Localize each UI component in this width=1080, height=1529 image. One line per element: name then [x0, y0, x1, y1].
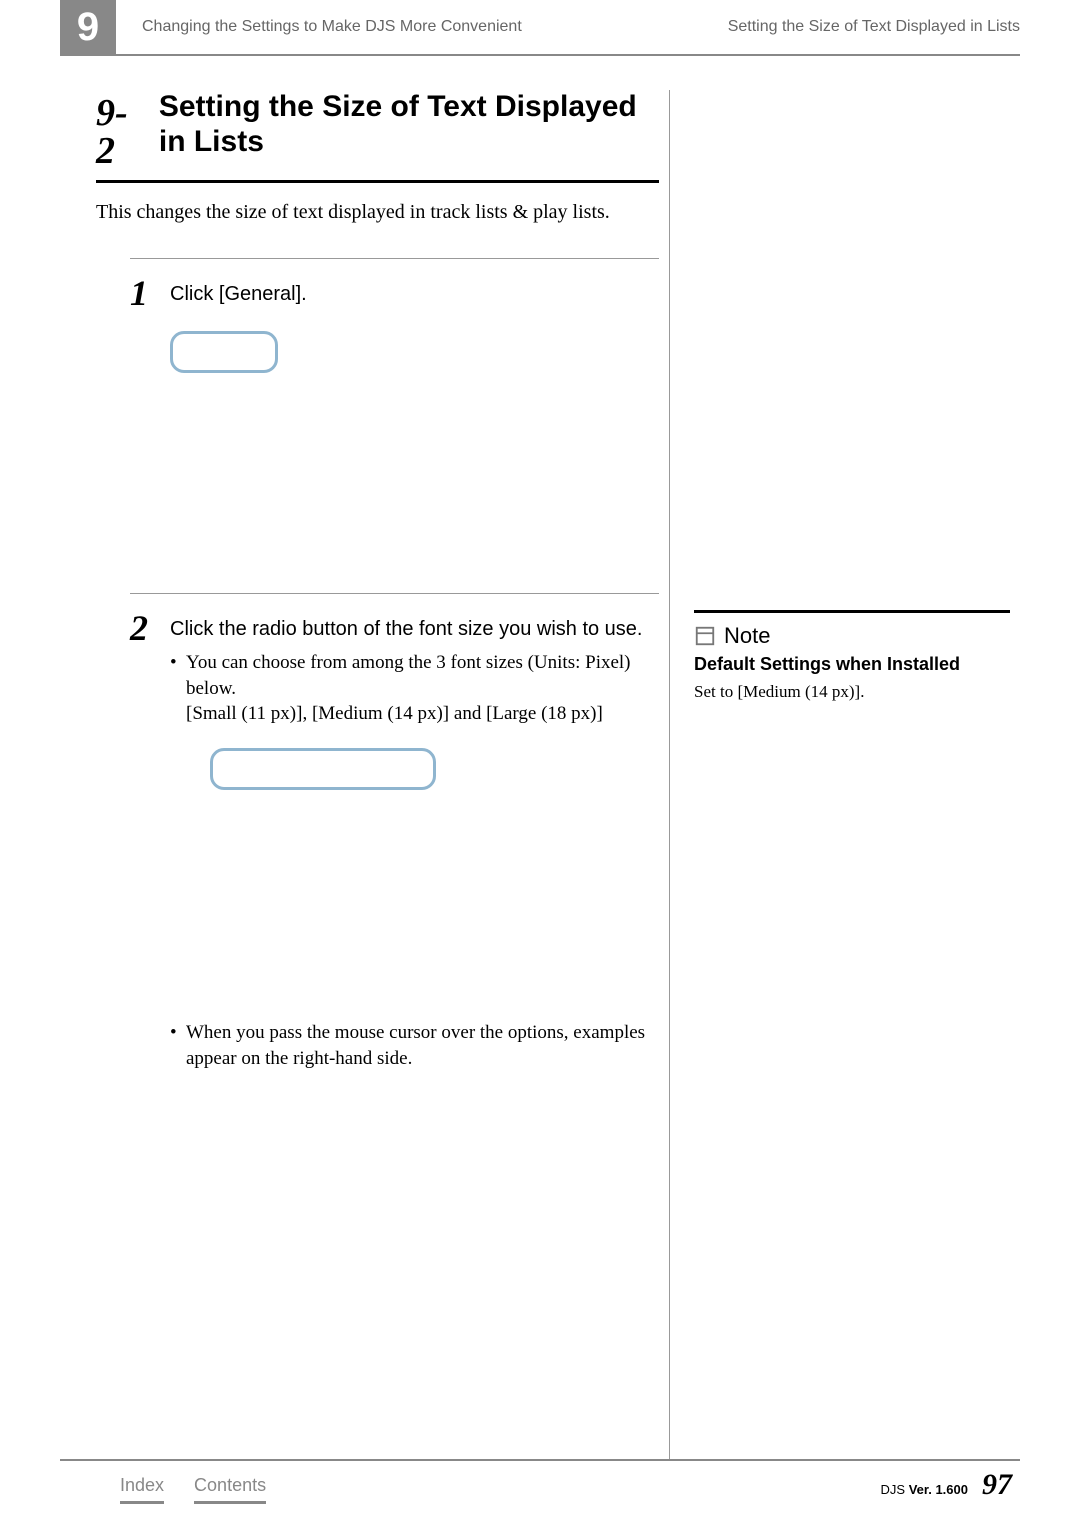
- note-body: Set to [Medium (14 px)].: [694, 682, 1010, 702]
- step-2: 2 Click the radio button of the font siz…: [130, 593, 659, 1071]
- content-area: 9-2 Setting the Size of Text Displayed i…: [60, 56, 1020, 1459]
- font-size-radio-placeholder[interactable]: [210, 748, 436, 790]
- main-column: 9-2 Setting the Size of Text Displayed i…: [60, 90, 670, 1459]
- step-number: 1: [130, 275, 170, 311]
- note-heading-row: Note: [694, 623, 1010, 649]
- footer-product: DJS: [881, 1482, 906, 1497]
- step2-bullet-2: When you pass the mouse cursor over the …: [170, 1020, 659, 1071]
- page-header: 9 Changing the Settings to Make DJS More…: [60, 0, 1020, 56]
- step-title: Click [General].: [170, 275, 307, 308]
- section-heading: 9-2 Setting the Size of Text Displayed i…: [96, 90, 659, 183]
- note-box: Note Default Settings when Installed Set…: [694, 610, 1010, 702]
- footer-version: DJS Ver. 1.600: [881, 1482, 969, 1497]
- section-title: Setting the Size of Text Displayed in Li…: [159, 90, 659, 159]
- note-subheading: Default Settings when Installed: [694, 653, 1010, 676]
- page-footer: Index Contents DJS Ver. 1.600 97: [60, 1459, 1020, 1509]
- note-icon: [694, 625, 716, 647]
- step2-sub-line: [Small (11 px)], [Medium (14 px)] and [L…: [170, 701, 659, 728]
- step2-bullet-1: You can choose from among the 3 font siz…: [170, 650, 659, 701]
- footer-page-number: 97: [982, 1468, 1012, 1502]
- section-number: 9-2: [96, 90, 139, 170]
- footer-ver-label: Ver.: [909, 1482, 932, 1497]
- breadcrumb-left: Changing the Settings to Make DJS More C…: [116, 0, 728, 54]
- note-heading: Note: [724, 623, 770, 649]
- step-number: 2: [130, 610, 170, 646]
- intro-paragraph: This changes the size of text displayed …: [96, 201, 659, 224]
- footer-ver-number: 1.600: [935, 1482, 968, 1497]
- chapter-number-badge: 9: [60, 0, 116, 54]
- breadcrumb-right: Setting the Size of Text Displayed in Li…: [728, 0, 1020, 54]
- step-1: 1 Click [General].: [130, 258, 659, 373]
- sidebar-column: Note Default Settings when Installed Set…: [670, 90, 1020, 1459]
- footer-contents-link[interactable]: Contents: [194, 1475, 266, 1496]
- step-title: Click the radio button of the font size …: [170, 610, 642, 643]
- general-button-placeholder[interactable]: [170, 331, 278, 373]
- page-root: 9 Changing the Settings to Make DJS More…: [60, 0, 1020, 1529]
- footer-index-link[interactable]: Index: [120, 1475, 164, 1496]
